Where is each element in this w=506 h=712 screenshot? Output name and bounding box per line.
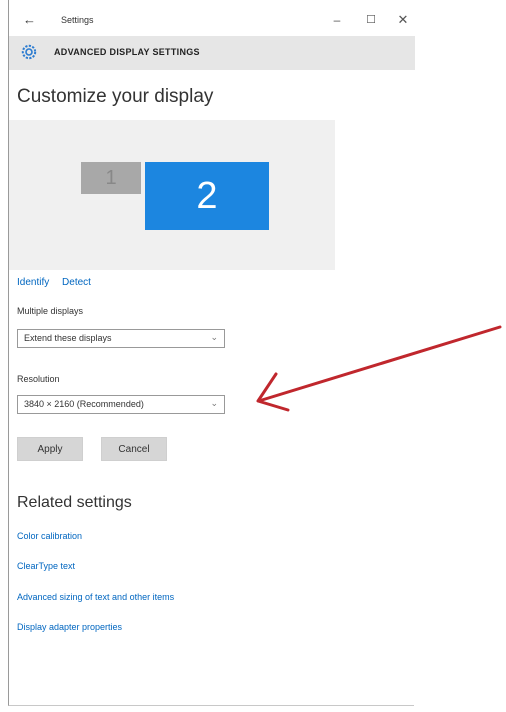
display-adapter-properties-link[interactable]: Display adapter properties <box>17 622 122 632</box>
page-header: ADVANCED DISPLAY SETTINGS <box>9 36 415 70</box>
app-title: Settings <box>61 15 94 25</box>
display-arrangement-area: 1 2 <box>9 120 335 270</box>
monitor-2-label: 2 <box>196 174 218 217</box>
resolution-dropdown[interactable]: 3840 × 2160 (Recommended) ⌄ <box>17 395 225 414</box>
page-header-title: ADVANCED DISPLAY SETTINGS <box>54 47 200 57</box>
close-button[interactable]: ✕ <box>393 13 413 27</box>
monitor-2-tile[interactable]: 2 <box>145 162 269 230</box>
resolution-label: Resolution <box>17 374 60 384</box>
minimize-button[interactable]: – <box>327 13 347 27</box>
cancel-button[interactable]: Cancel <box>101 437 167 461</box>
back-arrow-icon[interactable]: ← <box>23 13 36 27</box>
identify-link[interactable]: Identify <box>17 277 49 288</box>
settings-window: ← Settings – ☐ ✕ ADVANCED DISPLAY SETTIN… <box>8 0 415 706</box>
apply-button[interactable]: Apply <box>17 437 83 461</box>
advanced-sizing-link[interactable]: Advanced sizing of text and other items <box>17 592 174 602</box>
detect-link[interactable]: Detect <box>62 277 91 288</box>
related-settings-heading: Related settings <box>17 494 132 511</box>
title-bar: ← Settings – ☐ ✕ <box>9 4 415 36</box>
chevron-down-icon: ⌄ <box>210 398 218 408</box>
multiple-displays-label: Multiple displays <box>17 306 84 316</box>
gear-icon <box>21 44 37 60</box>
maximize-button[interactable]: ☐ <box>361 13 381 27</box>
monitor-1-tile[interactable]: 1 <box>81 162 141 194</box>
cleartype-text-link[interactable]: ClearType text <box>17 561 75 571</box>
page-title: Customize your display <box>17 86 214 107</box>
multiple-displays-value: Extend these displays <box>24 333 112 343</box>
display-links: Identify Detect <box>17 277 101 288</box>
chevron-down-icon: ⌄ <box>210 332 218 342</box>
color-calibration-link[interactable]: Color calibration <box>17 531 82 541</box>
resolution-value: 3840 × 2160 (Recommended) <box>24 399 144 409</box>
multiple-displays-dropdown[interactable]: Extend these displays ⌄ <box>17 329 225 348</box>
monitor-1-label: 1 <box>105 166 117 189</box>
